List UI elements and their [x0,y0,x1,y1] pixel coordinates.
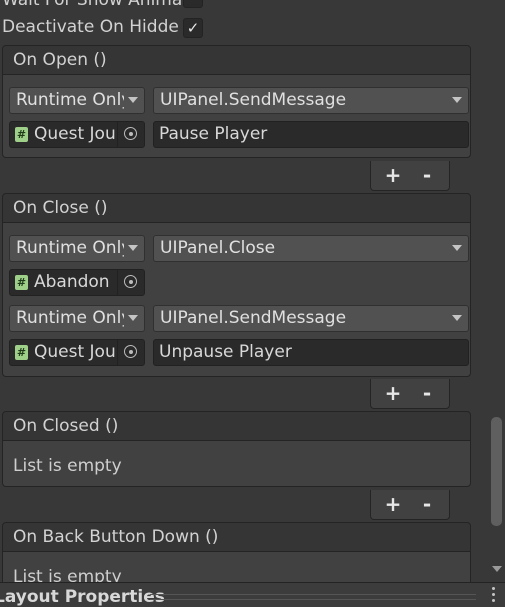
on-close-add-remove: + - [370,379,450,409]
add-listener-button[interactable]: + [381,164,405,186]
dropdown-arrow-icon [128,97,138,103]
checkmark-icon: ✓ [186,19,200,37]
deactivate-on-hidden-label: Deactivate On Hidde [2,17,179,37]
on-close-argument-field[interactable]: Unpause Player [153,339,469,366]
script-icon: # [15,275,28,290]
on-close-mode-dropdown-1[interactable]: Runtime Only [9,235,145,262]
on-open-header: On Open () [2,45,471,75]
section-divider [150,594,476,600]
mode-label: Runtime Only [16,308,124,328]
on-close-target-field-1[interactable]: # Abandon [9,269,145,296]
on-back-button-down-title: On Back Button Down () [13,527,219,547]
on-open-mode-dropdown[interactable]: Runtime Only [9,87,145,114]
on-open-list: Runtime Only UIPanel.SendMessage # Quest… [2,75,471,158]
on-open-argument-field[interactable]: Pause Player [153,121,469,148]
on-open-add-remove: + - [370,161,450,191]
remove-listener-button[interactable]: - [415,493,439,515]
on-close-function-dropdown-2[interactable]: UIPanel.SendMessage [153,305,469,332]
on-open-title: On Open () [13,50,107,70]
on-close-header: On Close () [2,193,471,223]
on-close-mode-dropdown-2[interactable]: Runtime Only [9,305,145,332]
wait-for-show-animation-checkbox[interactable] [183,0,203,8]
on-close-title: On Close () [13,198,108,218]
dropdown-arrow-icon [452,245,462,251]
on-open-target-field[interactable]: # Quest Journal [9,121,145,148]
on-close-function-dropdown-1[interactable]: UIPanel.Close [153,235,469,262]
object-picker-icon[interactable] [117,340,144,365]
add-listener-button[interactable]: + [381,382,405,404]
object-picker-icon[interactable] [117,270,144,295]
on-closed-add-remove: + - [370,490,450,520]
on-back-button-down-header: On Back Button Down () [2,522,471,552]
list-empty-text: List is empty [13,456,122,476]
on-closed-header: On Closed () [2,411,471,441]
argument-value: Pause Player [159,124,268,144]
on-open-function-dropdown[interactable]: UIPanel.SendMessage [153,87,469,114]
layout-properties-section-header[interactable]: Layout Properties [0,582,505,607]
script-icon: # [15,345,28,360]
function-label: UIPanel.SendMessage [160,308,347,328]
kebab-menu-icon[interactable] [492,587,496,605]
on-close-target-field-2[interactable]: # Quest Journal [9,339,145,366]
dropdown-arrow-icon [452,315,462,321]
scrollbar-thumb[interactable] [491,417,502,526]
mode-label: Runtime Only [16,238,124,258]
on-closed-title: On Closed () [13,416,119,436]
wait-for-show-animation-label: Wait For Show Anima [2,0,183,10]
dropdown-arrow-icon [128,245,138,251]
dropdown-arrow-icon [452,97,462,103]
remove-listener-button[interactable]: - [415,164,439,186]
remove-listener-button[interactable]: - [415,382,439,404]
target-label: Abandon [34,272,110,292]
deactivate-on-hidden-checkbox[interactable]: ✓ [183,18,203,38]
mode-label: Runtime Only [16,90,124,110]
section-title: Layout Properties [0,587,165,607]
script-icon: # [15,127,28,142]
on-closed-list: List is empty [2,441,471,487]
scroll-down-arrow-icon[interactable] [492,566,502,572]
function-label: UIPanel.Close [160,238,276,258]
object-picker-icon[interactable] [117,122,144,147]
on-close-list: Runtime Only UIPanel.Close # Abandon Run… [2,223,471,377]
dropdown-arrow-icon [128,315,138,321]
add-listener-button[interactable]: + [381,493,405,515]
function-label: UIPanel.SendMessage [160,90,347,110]
argument-value: Unpause Player [159,342,292,362]
